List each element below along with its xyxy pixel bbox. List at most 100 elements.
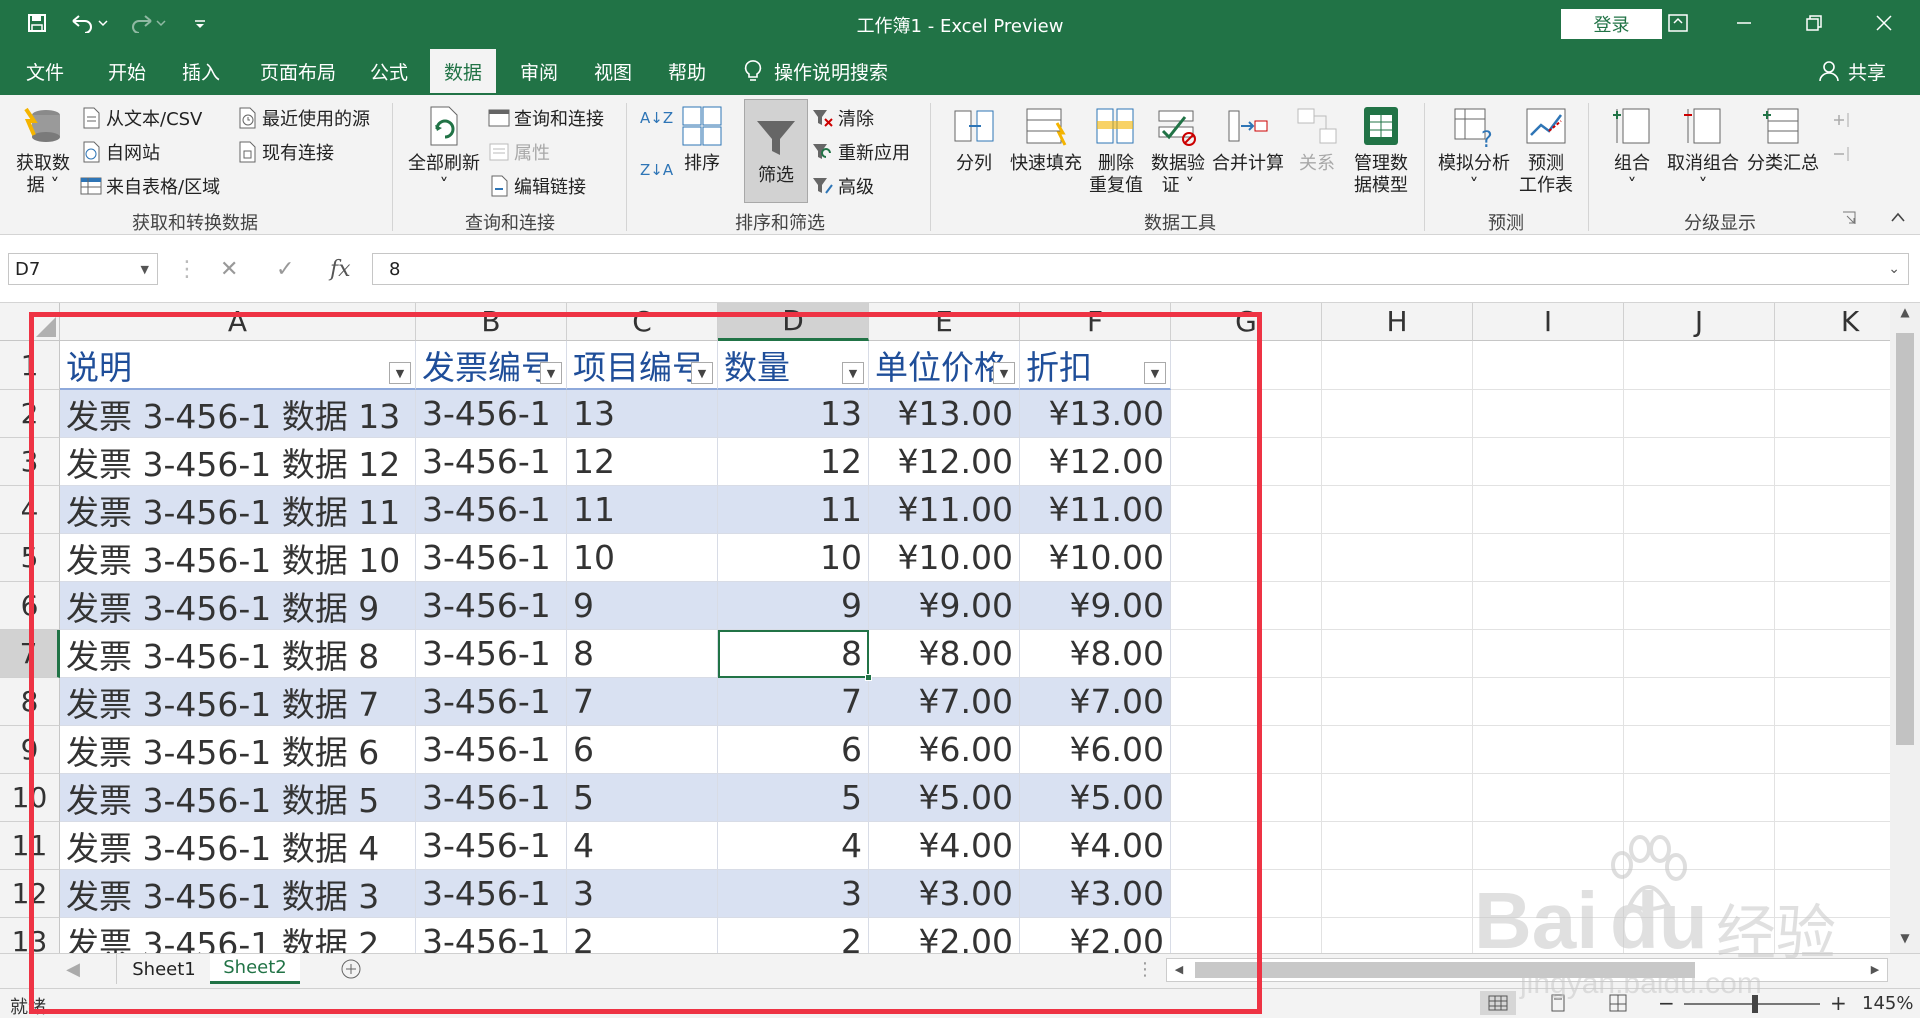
column-header-g[interactable]: G xyxy=(1171,303,1322,341)
show-detail-icon[interactable] xyxy=(1830,109,1852,131)
save-icon[interactable] xyxy=(20,6,54,40)
column-header-i[interactable]: I xyxy=(1473,303,1624,341)
expand-formula-icon[interactable]: ⌄ xyxy=(1888,261,1900,277)
table-cell[interactable]: ¥5.00 xyxy=(1020,774,1171,822)
empty-cell[interactable] xyxy=(1473,438,1624,486)
ribbon-display-icon[interactable] xyxy=(1656,6,1700,40)
row-header-5[interactable]: 5 xyxy=(0,534,60,582)
table-cell[interactable]: 3 xyxy=(718,870,869,918)
table-cell[interactable]: 5 xyxy=(567,774,718,822)
insert-function-icon[interactable]: fx xyxy=(330,253,351,285)
get-data-button[interactable]: 获取数 据 ˅ xyxy=(12,103,74,197)
table-cell[interactable]: 发票 3-456-1 数据 6 xyxy=(60,726,416,774)
what-if-analysis-button[interactable]: ? 模拟分析 ˅ xyxy=(1434,103,1514,197)
empty-cell[interactable] xyxy=(1473,630,1624,678)
page-layout-view-button[interactable] xyxy=(1540,991,1576,1015)
row-header-8[interactable]: 8 xyxy=(0,678,60,726)
row-header-9[interactable]: 9 xyxy=(0,726,60,774)
empty-cell[interactable] xyxy=(1775,870,1890,918)
share-button[interactable]: 共享 xyxy=(1818,47,1886,95)
clear-filter-button[interactable]: 清除 xyxy=(812,105,874,131)
table-cell[interactable]: 10 xyxy=(718,534,869,582)
empty-cell[interactable] xyxy=(1624,726,1775,774)
filter-dropdown-icon[interactable]: ▼ xyxy=(389,362,411,384)
zoom-out-icon[interactable]: − xyxy=(1658,991,1675,1015)
table-cell[interactable]: 发票 3-456-1 数据 9 xyxy=(60,582,416,630)
empty-cell[interactable] xyxy=(1624,582,1775,630)
table-header-cell[interactable]: 说明 ▼ xyxy=(60,341,416,390)
outline-dialog-launcher-icon[interactable] xyxy=(1842,211,1856,225)
empty-cell[interactable] xyxy=(1322,822,1473,870)
subtotal-button[interactable]: 分类汇总 xyxy=(1744,103,1822,175)
empty-cell[interactable] xyxy=(1473,822,1624,870)
empty-cell[interactable] xyxy=(1775,630,1890,678)
table-cell[interactable]: ¥7.00 xyxy=(1020,678,1171,726)
sort-az-button[interactable]: A↓Z xyxy=(640,109,673,127)
empty-cell[interactable] xyxy=(1473,390,1624,438)
filter-dropdown-icon[interactable]: ▼ xyxy=(691,362,713,384)
table-cell[interactable]: 3-456-1 xyxy=(416,918,567,953)
empty-cell[interactable] xyxy=(1624,486,1775,534)
empty-cell[interactable] xyxy=(1171,341,1322,390)
table-cell[interactable]: 发票 3-456-1 数据 13 xyxy=(60,390,416,438)
column-header-j[interactable]: J xyxy=(1624,303,1775,341)
empty-cell[interactable] xyxy=(1624,438,1775,486)
table-cell[interactable]: 发票 3-456-1 数据 12 xyxy=(60,438,416,486)
table-cell[interactable]: ¥9.00 xyxy=(1020,582,1171,630)
empty-cell[interactable] xyxy=(1171,630,1322,678)
table-cell[interactable]: ¥3.00 xyxy=(869,870,1020,918)
table-header-cell[interactable]: 发票编号 ▼ xyxy=(416,341,567,390)
tab-file[interactable]: 文件 xyxy=(14,47,76,95)
empty-cell[interactable] xyxy=(1775,534,1890,582)
zoom-in-icon[interactable]: + xyxy=(1830,991,1847,1015)
filter-dropdown-icon[interactable]: ▼ xyxy=(1144,362,1166,384)
table-cell[interactable]: 9 xyxy=(567,582,718,630)
data-validation-button[interactable]: 数据验 证 ˅ xyxy=(1148,103,1208,197)
table-cell[interactable]: 7 xyxy=(567,678,718,726)
empty-cell[interactable] xyxy=(1624,678,1775,726)
page-break-view-button[interactable] xyxy=(1600,991,1636,1015)
restore-icon[interactable] xyxy=(1792,6,1836,40)
reapply-button[interactable]: 重新应用 xyxy=(812,139,910,165)
table-cell[interactable]: 11 xyxy=(718,486,869,534)
name-box[interactable]: D7 ▼ xyxy=(8,253,158,285)
scroll-thumb[interactable] xyxy=(1896,333,1914,745)
table-cell[interactable]: 3-456-1 xyxy=(416,678,567,726)
empty-cell[interactable] xyxy=(1171,726,1322,774)
empty-cell[interactable] xyxy=(1775,486,1890,534)
tell-me-search[interactable]: 操作说明搜索 xyxy=(744,47,888,95)
empty-cell[interactable] xyxy=(1473,534,1624,582)
empty-cell[interactable] xyxy=(1775,582,1890,630)
select-all-corner[interactable] xyxy=(0,303,60,341)
empty-cell[interactable] xyxy=(1775,390,1890,438)
from-web-button[interactable]: 自网站 xyxy=(80,139,160,165)
horizontal-scrollbar[interactable]: ◀ ▶ xyxy=(1166,958,1888,982)
chevron-down-icon[interactable]: ▼ xyxy=(141,263,149,276)
tab-help[interactable]: 帮助 xyxy=(656,47,718,95)
table-cell[interactable]: ¥11.00 xyxy=(869,486,1020,534)
filter-dropdown-icon[interactable]: ▼ xyxy=(540,362,562,384)
empty-cell[interactable] xyxy=(1775,341,1890,390)
vertical-scrollbar[interactable]: ▲ ▼ xyxy=(1890,303,1920,953)
tab-view[interactable]: 视图 xyxy=(582,47,644,95)
split-handle[interactable]: ⋮ xyxy=(1136,954,1154,984)
empty-cell[interactable] xyxy=(1775,774,1890,822)
empty-cell[interactable] xyxy=(1624,774,1775,822)
table-cell[interactable]: ¥13.00 xyxy=(869,390,1020,438)
empty-cell[interactable] xyxy=(1322,678,1473,726)
empty-cell[interactable] xyxy=(1322,486,1473,534)
table-cell[interactable]: 6 xyxy=(718,726,869,774)
empty-cell[interactable] xyxy=(1171,534,1322,582)
table-cell[interactable]: 4 xyxy=(567,822,718,870)
sheet-tab-sheet1[interactable]: Sheet1 xyxy=(116,954,212,984)
table-cell[interactable]: ¥8.00 xyxy=(869,630,1020,678)
table-cell[interactable]: ¥7.00 xyxy=(869,678,1020,726)
empty-cell[interactable] xyxy=(1624,534,1775,582)
table-cell[interactable]: 11 xyxy=(567,486,718,534)
table-cell[interactable]: 12 xyxy=(567,438,718,486)
row-header-6[interactable]: 6 xyxy=(0,582,60,630)
filter-dropdown-icon[interactable]: ▼ xyxy=(842,362,864,384)
forecast-sheet-button[interactable]: 预测 工作表 xyxy=(1516,103,1576,197)
scroll-right-icon[interactable]: ▶ xyxy=(1863,959,1887,981)
hide-detail-icon[interactable] xyxy=(1830,143,1852,165)
